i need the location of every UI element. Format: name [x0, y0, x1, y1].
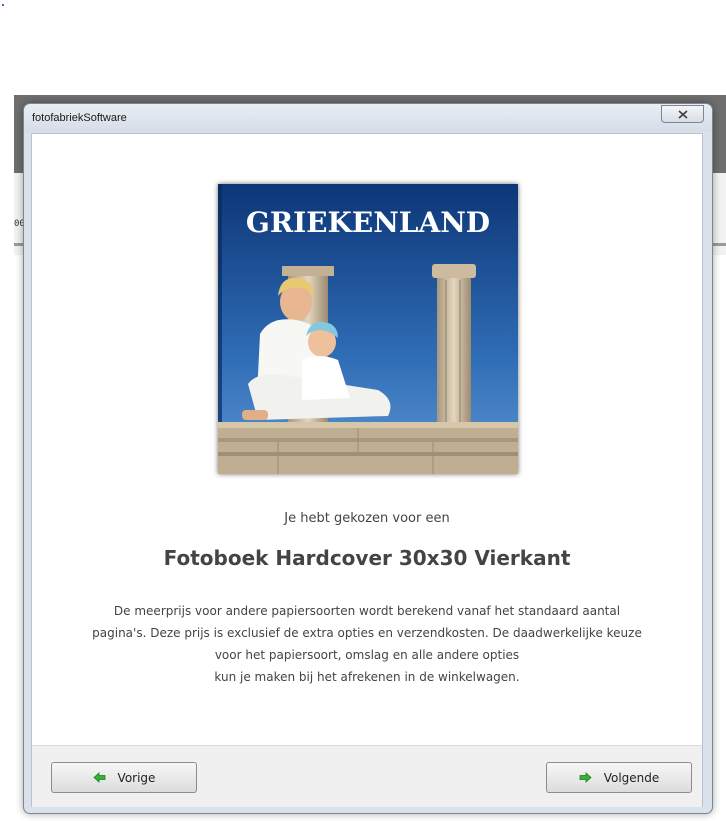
close-button[interactable] — [661, 105, 704, 123]
photobook-cover-image: GRIEKENLAND — [218, 184, 518, 474]
dialog-window: fotofabriekSoftware GRIEKENLAND Je hebt … — [23, 103, 713, 814]
dialog-client-area: GRIEKENLAND Je hebt gekozen voor een Fot… — [31, 133, 703, 807]
close-icon — [677, 109, 688, 119]
cover-title: GRIEKENLAND — [246, 206, 490, 239]
next-button[interactable]: Volgende — [546, 762, 692, 793]
arrow-left-icon — [92, 772, 105, 783]
description-line: voor het papiersoort, omslag en alle and… — [214, 648, 520, 662]
description-line: kun je maken bij het afrekenen in de win… — [214, 670, 520, 684]
cover-photo: GRIEKENLAND — [218, 184, 518, 474]
intro-text: Je hebt gekozen voor een — [284, 511, 450, 526]
title-bar[interactable]: fotofabriekSoftware — [24, 104, 712, 132]
content-panel: GRIEKENLAND Je hebt gekozen voor een Fot… — [32, 134, 702, 745]
previous-button-label: Vorige — [117, 770, 156, 785]
product-title: Fotoboek Hardcover 30x30 Vierkant — [163, 546, 571, 570]
price-description: De meerprijs voor andere papiersoorten w… — [62, 600, 672, 688]
corner-marker — [2, 4, 4, 6]
button-bar: Vorige Volgende — [32, 745, 702, 807]
arrow-right-icon — [579, 772, 592, 783]
description-line: De meerprijs voor andere papiersoorten w… — [113, 604, 621, 618]
description-line: pagina's. Deze prijs is exclusief de ext… — [92, 626, 642, 640]
next-button-label: Volgende — [603, 770, 660, 785]
previous-button[interactable]: Vorige — [51, 762, 197, 793]
window-title: fotofabriekSoftware — [32, 112, 127, 124]
